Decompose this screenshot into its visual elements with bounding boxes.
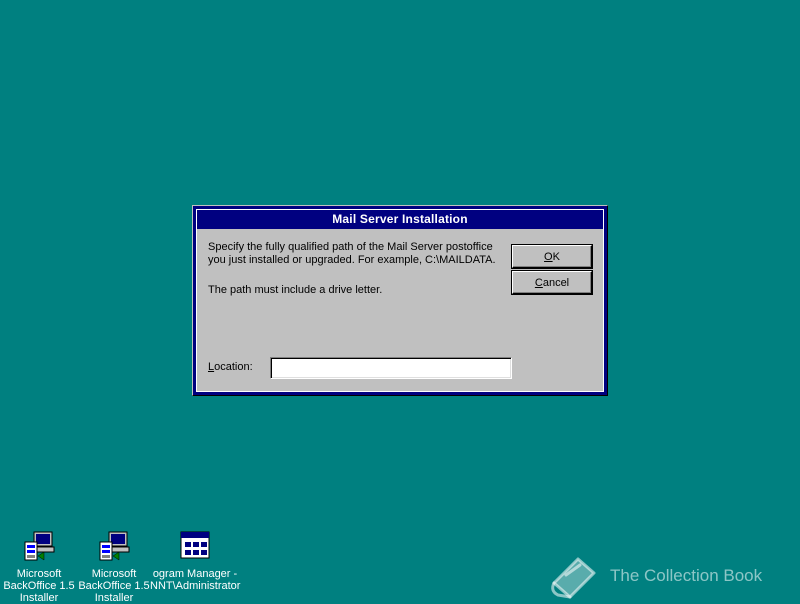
- icon-caption-line2: BackOffice 1.5: [78, 580, 150, 592]
- ok-button[interactable]: OK: [512, 245, 592, 268]
- message-drive-letter-note: The path must include a drive letter.: [208, 284, 383, 296]
- icon-caption-line1: Microsoft: [91, 568, 137, 580]
- ok-label-rest: K: [552, 250, 560, 263]
- watermark: The Collection Book: [548, 552, 762, 600]
- dialog-message: Specify the fully qualified path of the …: [208, 241, 513, 297]
- program-manager-icon: [180, 531, 210, 559]
- desktop-icon-backoffice-installer-1[interactable]: Microsoft BackOffice 1.5 Installer: [0, 530, 78, 604]
- mail-server-installation-dialog: Mail Server Installation Specify the ful…: [192, 205, 608, 396]
- dialog-title[interactable]: Mail Server Installation: [197, 210, 603, 229]
- book-icon: [551, 557, 596, 599]
- computer-setup-icon: [24, 531, 55, 561]
- cancel-label-rest: ancel: [542, 276, 570, 289]
- location-label: Location:: [208, 361, 253, 373]
- cancel-accelerator: C: [534, 276, 543, 289]
- computer-setup-icon: [99, 531, 130, 561]
- location-label-rest: ocation:: [214, 361, 253, 373]
- dialog-body: Mail Server Installation Specify the ful…: [196, 209, 604, 392]
- icon-caption-line1: ogram Manager -: [152, 568, 238, 580]
- icon-caption-line3: Installer: [19, 592, 59, 604]
- cancel-button[interactable]: Cancel: [512, 271, 592, 294]
- icon-caption-line2: NNT\Administrator: [150, 580, 241, 592]
- icon-caption-line3: Installer: [94, 592, 134, 604]
- icon-caption-line2: BackOffice 1.5: [3, 580, 75, 592]
- message-instructions: Specify the fully qualified path of the …: [208, 241, 496, 266]
- desktop-icon-backoffice-installer-2[interactable]: Microsoft BackOffice 1.5 Installer: [75, 530, 153, 604]
- icon-caption-line1: Microsoft: [16, 568, 62, 580]
- watermark-text: The Collection Book: [610, 566, 763, 585]
- desktop-icon-program-manager[interactable]: ogram Manager - NNT\Administrator: [150, 530, 240, 592]
- location-input[interactable]: [270, 357, 512, 379]
- ok-accelerator: O: [544, 250, 553, 263]
